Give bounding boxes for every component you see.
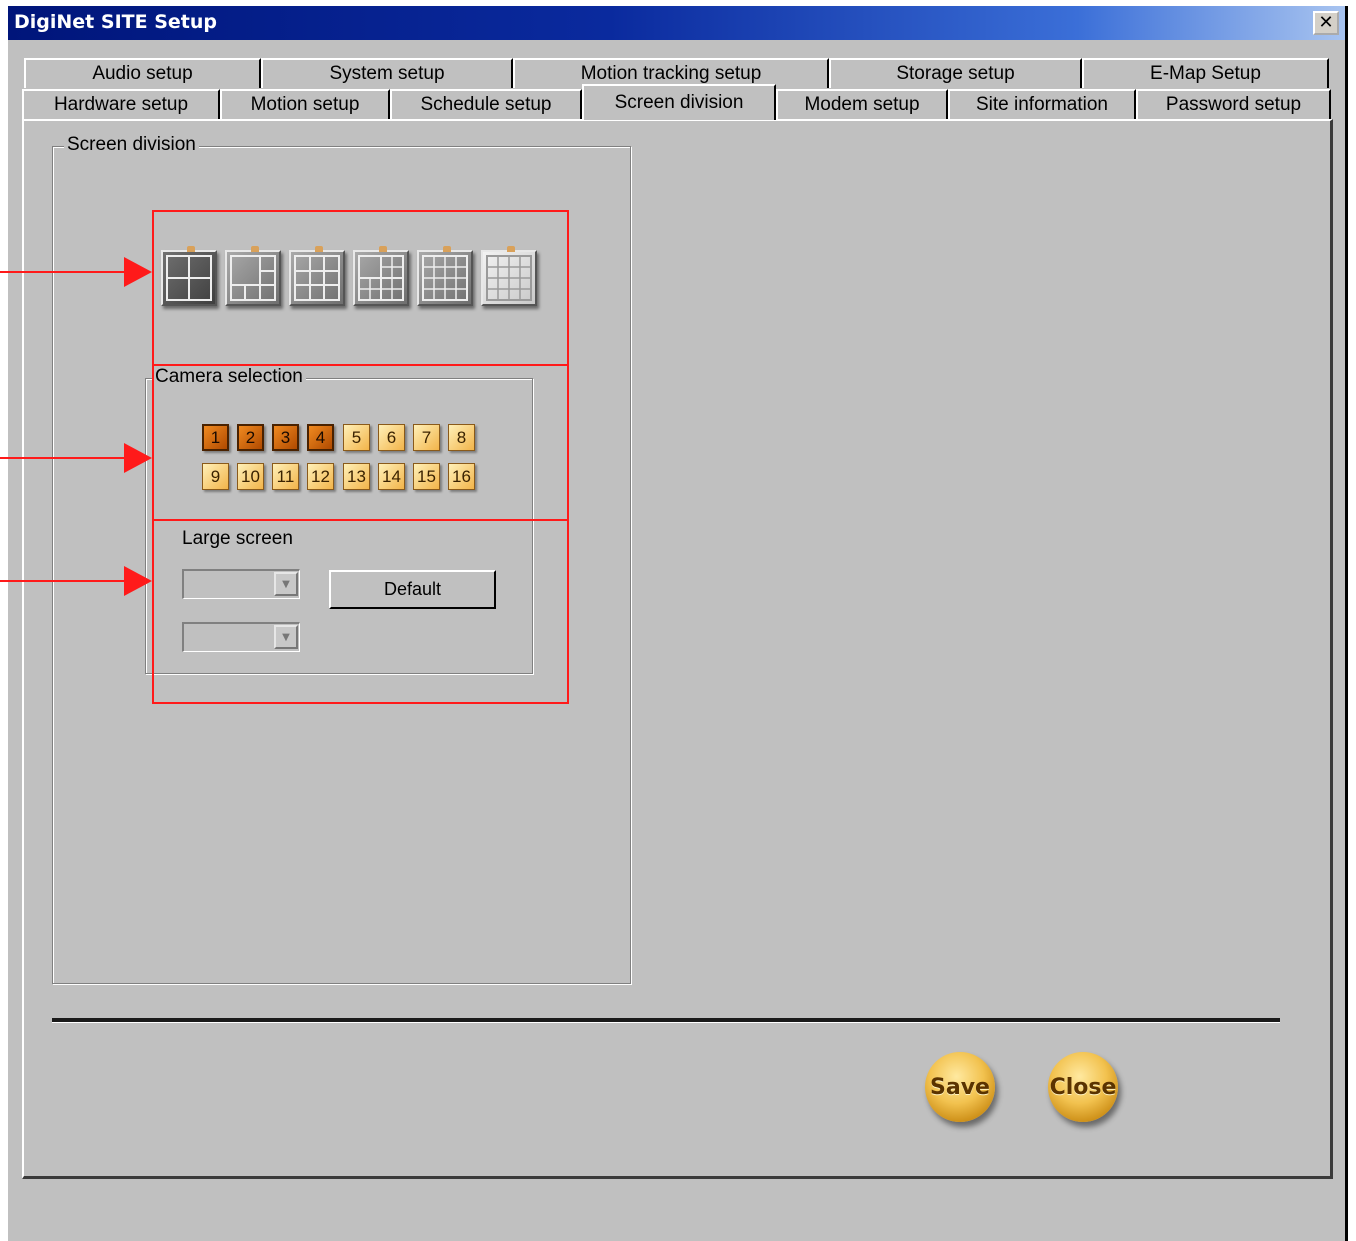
annotation-box-large-screen bbox=[152, 519, 569, 704]
annotation-arrow-2-line bbox=[0, 457, 126, 459]
annotation-arrow-1-line bbox=[0, 271, 126, 273]
footer-divider bbox=[52, 1018, 1280, 1023]
tab-schedule-setup[interactable]: Schedule setup bbox=[390, 89, 582, 119]
close-button[interactable]: Close bbox=[1048, 1052, 1118, 1122]
title-bar[interactable]: DigiNet SITE Setup ✕ bbox=[8, 6, 1345, 40]
annotation-box-screen-division bbox=[152, 210, 569, 366]
tab-storage-setup[interactable]: Storage setup bbox=[829, 58, 1082, 88]
tab-screen-division[interactable]: Screen division bbox=[582, 84, 776, 120]
tab-password-setup[interactable]: Password setup bbox=[1136, 89, 1331, 119]
window-close-button[interactable]: ✕ bbox=[1313, 11, 1339, 35]
annotation-box-camera-selection bbox=[152, 364, 569, 521]
tab-motion-setup[interactable]: Motion setup bbox=[220, 89, 390, 119]
window-title: DigiNet SITE Setup bbox=[14, 11, 217, 33]
screen-division-label: Screen division bbox=[64, 134, 199, 156]
annotation-arrow-2-icon bbox=[124, 443, 152, 473]
tab-hardware-setup[interactable]: Hardware setup bbox=[22, 89, 220, 119]
annotation-arrow-3-line bbox=[0, 580, 126, 582]
tab-audio-setup[interactable]: Audio setup bbox=[24, 58, 261, 88]
tab-site-information[interactable]: Site information bbox=[948, 89, 1136, 119]
tab-modem-setup[interactable]: Modem setup bbox=[776, 89, 948, 119]
annotation-arrow-3-icon bbox=[124, 566, 152, 596]
close-icon: ✕ bbox=[1318, 12, 1334, 33]
tab-system-setup[interactable]: System setup bbox=[261, 58, 513, 88]
save-button[interactable]: Save bbox=[925, 1052, 995, 1122]
tab-emap-setup[interactable]: E-Map Setup bbox=[1082, 58, 1329, 88]
annotation-arrow-1-icon bbox=[124, 257, 152, 287]
